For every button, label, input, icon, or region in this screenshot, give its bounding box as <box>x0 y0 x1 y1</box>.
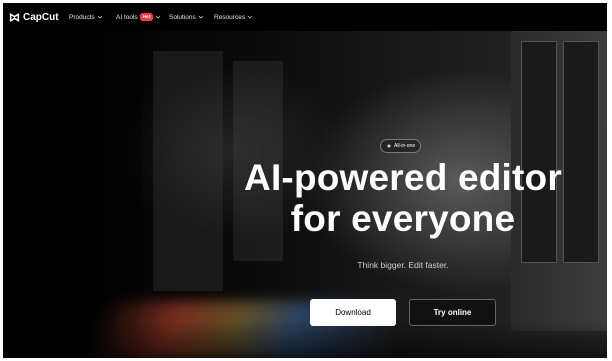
nav-products-label: Products <box>69 13 95 21</box>
brand-name: CapCut <box>23 11 59 23</box>
capcut-logo[interactable]: CapCut <box>9 10 59 24</box>
chevron-down-icon <box>247 15 253 19</box>
chevron-down-icon <box>198 15 204 19</box>
nav-resources[interactable]: Resources <box>214 11 253 23</box>
download-button-label: Download <box>335 308 371 317</box>
top-navbar: CapCut Products AI tools Hot Solutions R… <box>3 3 607 31</box>
chevron-down-icon <box>97 15 102 19</box>
try-online-button[interactable]: Try online <box>409 299 496 326</box>
nav-products[interactable]: Products <box>69 11 103 23</box>
pill-label: All-in-one <box>394 143 416 149</box>
download-button[interactable]: Download <box>310 299 396 326</box>
all-in-one-pill: All-in-one <box>380 139 422 153</box>
floor-shade <box>3 321 607 358</box>
hero-section: All-in-one AI-powered editor for everyon… <box>3 31 607 358</box>
capcut-logo-icon <box>9 12 20 22</box>
nav-solutions-label: Solutions <box>169 13 196 21</box>
hot-badge: Hot <box>139 13 154 21</box>
sparkle-icon <box>386 143 392 149</box>
nav-ai-tools-label: AI tools <box>116 13 138 21</box>
hero-subhead: Think bigger. Edit faster. <box>357 260 449 270</box>
headline-line-1: AI-powered editor <box>244 157 562 198</box>
chevron-down-icon <box>155 15 161 19</box>
hero-headline: AI-powered editor for everyone <box>163 157 607 239</box>
page-frame: CapCut Products AI tools Hot Solutions R… <box>3 3 607 358</box>
nav-solutions[interactable]: Solutions <box>169 11 204 23</box>
nav-ai-tools[interactable]: AI tools Hot <box>116 11 161 23</box>
nav-resources-label: Resources <box>214 13 246 21</box>
try-online-button-label: Try online <box>433 308 472 317</box>
headline-line-2: for everyone <box>290 198 516 239</box>
